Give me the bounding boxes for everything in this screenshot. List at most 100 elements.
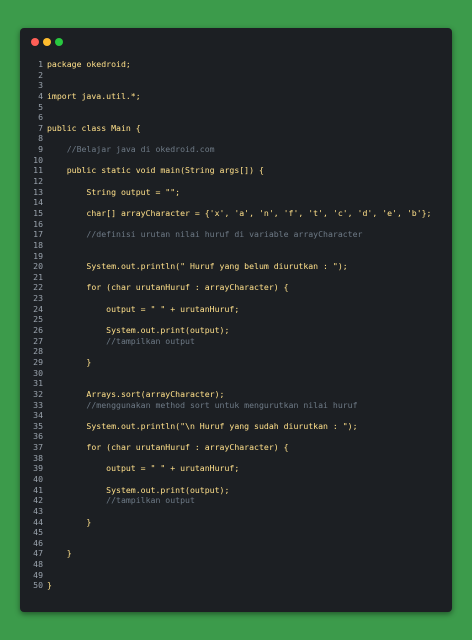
code-text: package okedroid; — [47, 59, 131, 69]
code-block: 1 package okedroid; 2 3 4 import java.util.*;… — [20, 59, 452, 591]
line-number: 15 — [33, 207, 43, 218]
code-text: System.out.println("\n Huruf yang sudah … — [47, 420, 358, 431]
code-line: 32 Arrays.sort(arrayCharacter); — [20, 389, 452, 400]
line-number: 42 — [33, 495, 43, 506]
code-line: 9 //Belajar java di okedroid.com — [20, 144, 452, 155]
code-line: 26 System.out.print(output); — [20, 325, 452, 336]
code-line: 36 — [20, 431, 452, 442]
code-line: 24 output = " " + urutanHuruf; — [20, 304, 452, 315]
line-number: 50 — [33, 580, 43, 591]
line-number: 21 — [33, 271, 43, 282]
line-number: 25 — [33, 314, 43, 325]
code-line: 34 — [20, 410, 452, 421]
line-number: 32 — [33, 388, 43, 399]
code-comment: //tampilkan output — [47, 495, 195, 506]
code-line: 18 — [20, 240, 452, 251]
code-line: 3 — [20, 80, 452, 91]
code-line: 42 //tampilkan output — [20, 495, 452, 506]
code-comment: //tampilkan output — [47, 335, 195, 346]
line-number: 45 — [33, 527, 43, 538]
code-line: 8 — [20, 133, 452, 144]
code-line: 21 — [20, 272, 452, 283]
code-comment: //Belajar java di okedroid.com — [47, 144, 215, 155]
line-number: 11 — [33, 165, 43, 176]
code-text: } — [47, 580, 52, 591]
line-number: 39 — [33, 463, 43, 474]
line-number: 48 — [33, 559, 43, 570]
line-number: 10 — [33, 154, 43, 165]
close-dot[interactable] — [31, 38, 39, 46]
line-number: 23 — [33, 293, 43, 304]
line-number: 4 — [38, 90, 43, 101]
line-number: 34 — [33, 410, 43, 421]
line-number: 33 — [33, 399, 43, 410]
line-number: 2 — [38, 69, 43, 80]
line-number: 20 — [33, 261, 43, 272]
code-line: 40 — [20, 474, 452, 485]
line-number: 16 — [33, 218, 43, 229]
code-line: 10 — [20, 155, 452, 166]
code-line: 15 char[] arrayCharacter = {'x', 'a', 'n… — [20, 208, 452, 219]
line-number: 49 — [33, 569, 43, 580]
line-number: 5 — [38, 101, 43, 112]
line-number: 1 — [38, 59, 43, 69]
code-window: 1 package okedroid; 2 3 4 import java.util.*;… — [20, 28, 452, 612]
code-text: char[] arrayCharacter = {'x', 'a', 'n', … — [47, 207, 432, 218]
code-text: public class Main { — [47, 122, 141, 133]
line-number: 27 — [33, 335, 43, 346]
line-number: 19 — [33, 250, 43, 261]
code-text: } — [47, 356, 92, 367]
code-line: 19 — [20, 251, 452, 262]
line-number: 24 — [33, 303, 43, 314]
code-line: 17 //definisi urutan nilai huruf di vari… — [20, 229, 452, 240]
code-line: 37 for (char urutanHuruf : arrayCharacte… — [20, 442, 452, 453]
code-line: 44 } — [20, 517, 452, 528]
line-number: 30 — [33, 367, 43, 378]
code-line: 43 — [20, 506, 452, 517]
code-text: System.out.print(output); — [47, 484, 230, 495]
line-number: 41 — [33, 484, 43, 495]
code-line: 46 — [20, 538, 452, 549]
window-controls — [31, 38, 63, 46]
code-line: 13 String output = ""; — [20, 187, 452, 198]
code-text: output = " " + urutanHuruf; — [47, 463, 240, 474]
line-number: 38 — [33, 452, 43, 463]
code-line: 47 } — [20, 548, 452, 559]
code-line: 38 — [20, 453, 452, 464]
code-line: 31 — [20, 378, 452, 389]
line-number: 3 — [38, 80, 43, 91]
line-number: 46 — [33, 537, 43, 548]
line-number: 36 — [33, 431, 43, 442]
line-number: 35 — [33, 420, 43, 431]
maximize-dot[interactable] — [55, 38, 63, 46]
line-number: 17 — [33, 229, 43, 240]
line-number: 47 — [33, 548, 43, 559]
code-line: 50} — [20, 580, 452, 591]
code-line: 49 — [20, 570, 452, 581]
minimize-dot[interactable] — [43, 38, 51, 46]
code-line: 30 — [20, 368, 452, 379]
line-number: 44 — [33, 516, 43, 527]
code-line: 35 System.out.println("\n Huruf yang sud… — [20, 421, 452, 432]
code-line: 27 //tampilkan output — [20, 336, 452, 347]
line-number: 22 — [33, 282, 43, 293]
code-line: 4 import java.util.*; — [20, 91, 452, 102]
code-text: } — [47, 516, 92, 527]
line-number: 14 — [33, 197, 43, 208]
code-comment: //definisi urutan nilai huruf di variabl… — [47, 229, 363, 240]
code-text: System.out.println(" Huruf yang belum di… — [47, 261, 348, 272]
code-line: 7 public class Main { — [20, 123, 452, 134]
line-number: 40 — [33, 473, 43, 484]
code-line: 2 — [20, 70, 452, 81]
code-line: 6 — [20, 112, 452, 123]
code-line: 41 System.out.print(output); — [20, 485, 452, 496]
line-number: 26 — [33, 325, 43, 336]
code-line: 25 — [20, 314, 452, 325]
line-number: 12 — [33, 176, 43, 187]
code-line: 12 — [20, 176, 452, 187]
code-line: 48 — [20, 559, 452, 570]
code-line: 28 — [20, 346, 452, 357]
code-text: public static void main(String args[]) { — [47, 165, 264, 176]
code-line: 22 for (char urutanHuruf : arrayCharacte… — [20, 282, 452, 293]
code-line: 45 — [20, 527, 452, 538]
